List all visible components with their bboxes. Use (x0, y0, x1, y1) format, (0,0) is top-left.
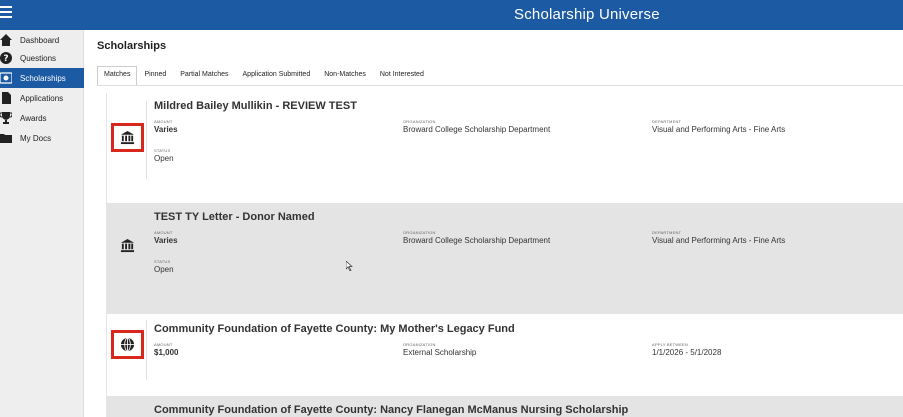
tab-partial-matches[interactable]: Partial Matches (173, 66, 235, 86)
question-icon: ? (0, 52, 12, 64)
menu-icon[interactable] (0, 6, 12, 22)
scholarship-card[interactable]: TEST TY Letter - Donor Named AMOUNT Vari… (106, 203, 903, 314)
card-divider (146, 101, 147, 179)
scholarship-card[interactable]: Community Foundation of Fayette County: … (106, 396, 903, 417)
scholarship-card[interactable]: Community Foundation of Fayette County: … (106, 314, 903, 396)
department-label: DEPARTMENT (652, 119, 682, 124)
organization-label: ORGANIZATION (403, 342, 436, 347)
sidebar-item-scholarships[interactable]: Scholarships (0, 68, 84, 88)
status-label: STATUS (154, 259, 171, 264)
organization-label: ORGANIZATION (403, 119, 436, 124)
home-icon (0, 34, 12, 46)
amount-label: AMOUNT (154, 342, 173, 347)
tab-matches[interactable]: Matches (97, 66, 138, 86)
card-divider (146, 320, 147, 380)
sidebar-item-applications[interactable]: Applications (0, 88, 84, 108)
trophy-icon (0, 112, 12, 124)
scholarship-title[interactable]: Community Foundation of Fayette County: … (154, 323, 515, 335)
tab-pinned[interactable]: Pinned (137, 66, 173, 86)
organization-label: ORGANIZATION (403, 230, 436, 235)
status-value: Open (154, 265, 174, 274)
globe-icon (111, 330, 144, 359)
scholarship-title[interactable]: TEST TY Letter - Donor Named (154, 211, 315, 223)
top-bar: Scholarship Universe (0, 0, 903, 30)
sidebar-item-label: My Docs (20, 133, 52, 143)
organization-value: External Scholarship (403, 348, 477, 357)
department-value: Visual and Performing Arts - Fine Arts (652, 236, 786, 245)
sidebar-item-label: Scholarships (20, 73, 66, 83)
scholarship-title[interactable]: Community Foundation of Fayette County: … (154, 404, 628, 416)
scholarship-title[interactable]: Mildred Bailey Mullikin - REVIEW TEST (154, 100, 357, 112)
amount-label: AMOUNT (154, 119, 173, 124)
amount-value: $1,000 (154, 348, 179, 357)
sidebar-item-dashboard[interactable]: Dashboard (0, 30, 84, 50)
amount-value: Varies (154, 125, 178, 134)
scholarship-card[interactable]: Mildred Bailey Mullikin - REVIEW TEST AM… (106, 93, 903, 203)
status-value: Open (154, 154, 174, 163)
main-content: Scholarships Matches Pinned Partial Matc… (84, 30, 903, 417)
tab-divider (97, 85, 903, 86)
mouse-cursor-icon (346, 261, 353, 271)
tab-non-matches[interactable]: Non-Matches (317, 66, 373, 86)
apply-between-value: 1/1/2026 - 5/1/2028 (652, 348, 722, 357)
document-icon (0, 92, 12, 104)
apply-between-label: APPLY BETWEEN (652, 342, 689, 347)
sidebar-item-label: Dashboard (20, 35, 60, 45)
tab-application-submitted[interactable]: Application Submitted (236, 66, 318, 86)
department-value: Visual and Performing Arts - Fine Arts (652, 125, 786, 134)
folder-icon (0, 132, 12, 144)
sidebar: Dashboard ? Questions Scholarships Appli… (0, 30, 84, 417)
sidebar-item-my-docs[interactable]: My Docs (0, 128, 84, 148)
department-label: DEPARTMENT (652, 230, 682, 235)
sidebar-item-questions[interactable]: ? Questions (0, 48, 84, 68)
app-title: Scholarship Universe (514, 6, 660, 23)
institution-icon (111, 123, 144, 152)
organization-value: Broward College Scholarship Department (403, 236, 551, 245)
institution-icon (111, 231, 144, 260)
svg-text:?: ? (3, 54, 8, 64)
sidebar-item-awards[interactable]: Awards (0, 108, 84, 128)
status-label: STATUS (154, 148, 171, 153)
amount-label: AMOUNT (154, 230, 173, 235)
sidebar-item-label: Awards (20, 113, 47, 123)
page-title: Scholarships (97, 40, 167, 52)
eye-icon (0, 72, 12, 84)
organization-value: Broward College Scholarship Department (403, 125, 551, 134)
sidebar-item-label: Applications (20, 93, 64, 103)
tab-not-interested[interactable]: Not Interested (373, 66, 431, 86)
amount-value: Varies (154, 236, 178, 245)
tab-bar: Matches Pinned Partial Matches Applicati… (97, 66, 431, 86)
sidebar-item-label: Questions (20, 53, 57, 63)
